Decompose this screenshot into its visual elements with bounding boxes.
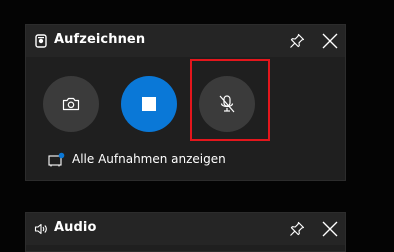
capture-widget-title: Aufzeichnen [54, 32, 146, 47]
stop-icon [142, 97, 156, 111]
pin-icon[interactable] [289, 33, 305, 49]
close-icon[interactable] [321, 220, 339, 238]
gallery-icon [48, 152, 65, 166]
close-icon[interactable] [321, 32, 339, 50]
stop-recording-button[interactable] [121, 76, 177, 132]
pin-icon[interactable] [289, 221, 305, 237]
audio-widget-header[interactable]: Audio [26, 213, 345, 245]
microphone-muted-icon [219, 95, 235, 113]
screenshot-button[interactable] [43, 76, 99, 132]
show-all-captures-label: Alle Aufnahmen anzeigen [72, 152, 226, 166]
microphone-toggle-button[interactable] [199, 76, 255, 132]
capture-icon [35, 34, 47, 48]
show-all-captures-link[interactable]: Alle Aufnahmen anzeigen [48, 149, 226, 169]
audio-widget: Audio [25, 212, 346, 252]
capture-widget-header[interactable]: Aufzeichnen [26, 25, 345, 57]
capture-widget: Aufzeichnen Alle Aufnahmen anzeigen [25, 24, 346, 181]
speaker-icon [34, 223, 47, 235]
camera-icon [62, 97, 80, 111]
audio-widget-title: Audio [54, 220, 97, 235]
